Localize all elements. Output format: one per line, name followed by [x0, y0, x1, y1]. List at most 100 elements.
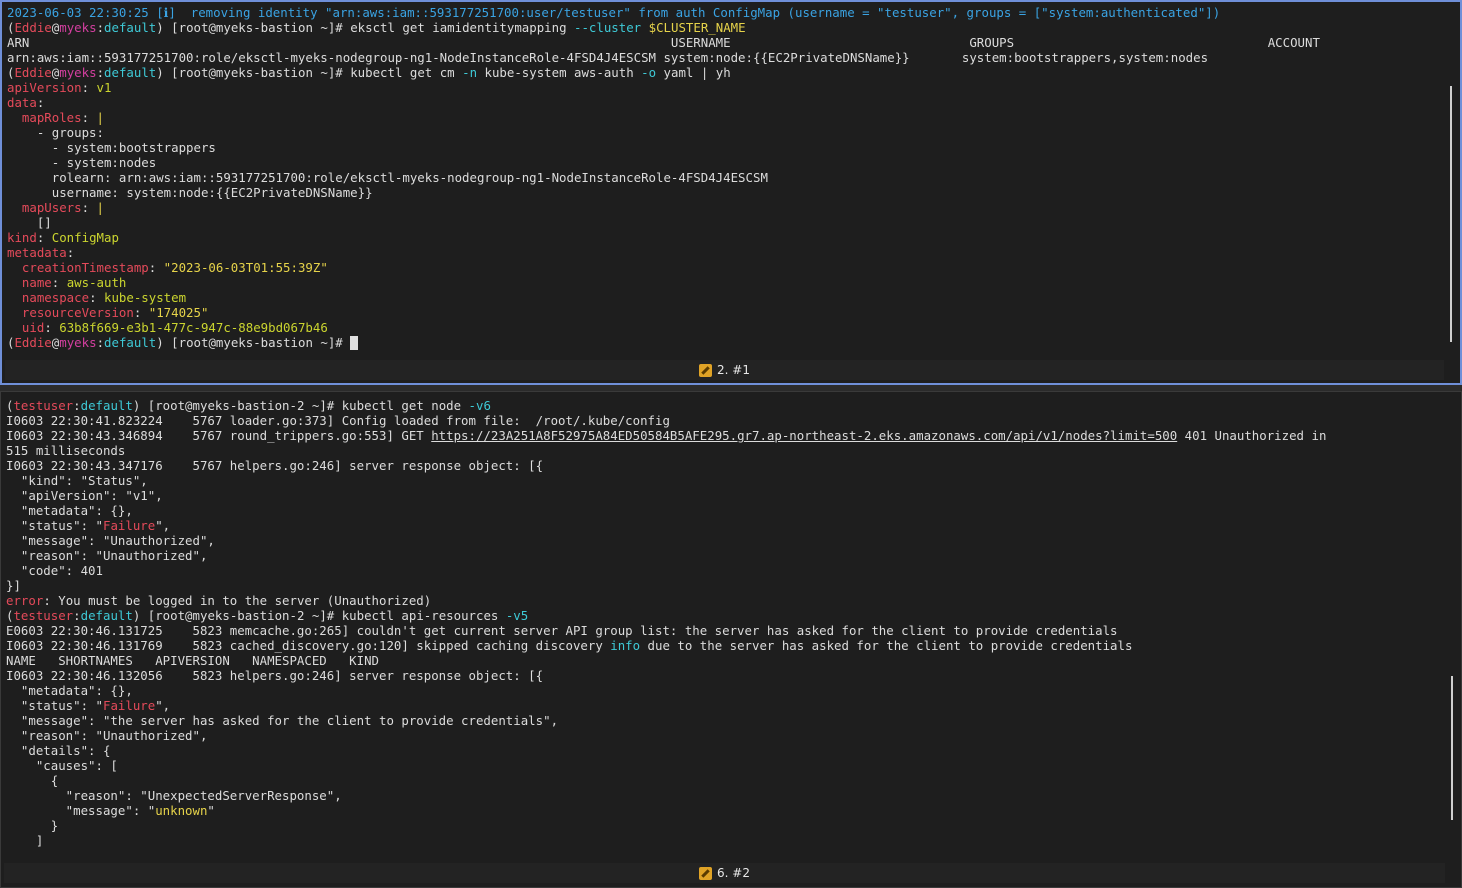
- terminal-line: (testuser:default) [root@myeks-bastion-2…: [6, 398, 1445, 413]
- terminal-text: Eddie: [14, 65, 52, 80]
- terminal-text: Failure: [102, 698, 156, 713]
- terminal-text: :: [148, 260, 164, 275]
- terminal-cursor: [350, 336, 359, 350]
- terminal-line: I0603 22:30:41.823224 5767 loader.go:373…: [6, 413, 1445, 428]
- terminal-text: - groups:: [7, 125, 104, 140]
- terminal-line: namespace: kube-system: [7, 290, 1444, 305]
- terminal-text: namespace: [21, 290, 90, 305]
- terminal-text: |: [96, 200, 104, 215]
- terminal-text: info: [610, 638, 641, 653]
- terminal-text: ) [root@myeks-bastion ~]#: [156, 335, 351, 350]
- terminal-line: "reason": "Unauthorized",: [6, 548, 1445, 563]
- terminal-text: myeks: [59, 335, 97, 350]
- terminal-output-top[interactable]: 2023-06-03 22:30:25 [ℹ] removing identit…: [7, 5, 1444, 350]
- wrench-icon: [699, 866, 713, 880]
- terminal-text: "message": "Unauthorized",: [6, 533, 215, 548]
- terminal-text: NAME SHORTNAMES APIVERSION NAMESPACED KI…: [6, 653, 379, 668]
- terminal-text: Failure: [102, 518, 156, 533]
- terminal-text: -n: [462, 65, 478, 80]
- terminal-text: I0603 22:30:43.347176 5767 helpers.go:24…: [6, 458, 544, 473]
- terminal-text: myeks: [59, 20, 97, 35]
- terminal-text: error: [6, 593, 44, 608]
- terminal-text: default: [80, 398, 133, 413]
- terminal-text: "174025": [148, 305, 209, 320]
- terminal-line: (Eddie@myeks:default) [root@myeks-bastio…: [7, 20, 1444, 35]
- pane-label-bottom: 6. #2: [717, 866, 750, 880]
- terminal-text: :: [81, 200, 97, 215]
- terminal-text: kube-system: [103, 290, 187, 305]
- terminal-text: :: [73, 608, 81, 623]
- terminal-text: default: [104, 20, 157, 35]
- scrollbar-top[interactable]: [1450, 86, 1452, 342]
- terminal-line: "status": "Failure",: [6, 518, 1445, 533]
- terminal-text: name: [21, 275, 52, 290]
- terminal-text: kind: [7, 230, 37, 245]
- terminal-text: myeks: [59, 65, 97, 80]
- terminal-text: :: [96, 20, 105, 35]
- terminal-output-bottom[interactable]: (testuser:default) [root@myeks-bastion-2…: [6, 398, 1445, 848]
- terminal-line: "details": {: [6, 743, 1445, 758]
- terminal-text: ARN USERNAME GROUPS ACCOUNT: [7, 35, 1320, 50]
- terminal-text: I0603 22:30:41.823224 5767 loader.go:373…: [6, 413, 670, 428]
- terminal-text: "apiVersion": "v1",: [6, 488, 163, 503]
- terminal-text: "metadata": {},: [6, 503, 133, 518]
- terminal-line: "kind": "Status",: [6, 473, 1445, 488]
- terminal-line: kind: ConfigMap: [7, 230, 1444, 245]
- terminal-text: ",: [155, 698, 171, 713]
- terminal-line: []: [7, 215, 1444, 230]
- terminal-text: "kind": "Status",: [6, 473, 148, 488]
- wrench-icon: [699, 363, 713, 377]
- terminal-text: resourceVersion: [21, 305, 134, 320]
- terminal-text: :: [96, 65, 105, 80]
- terminal-text: "reason": "Unauthorized",: [6, 548, 208, 563]
- terminal-line: "metadata": {},: [6, 683, 1445, 698]
- pane-label-top: 2. #1: [717, 363, 750, 377]
- terminal-text: |: [96, 110, 104, 125]
- terminal-text: testuser: [13, 398, 74, 413]
- terminal-line: NAME SHORTNAMES APIVERSION NAMESPACED KI…: [6, 653, 1445, 668]
- terminal-text: I0603 22:30:46.131769 5823 cached_discov…: [6, 638, 611, 653]
- terminal-text: 2023-06-03 22:30:25 [ℹ] removing identit…: [7, 5, 1221, 20]
- terminal-text: mapUsers: [21, 200, 82, 215]
- terminal-text: :: [51, 275, 67, 290]
- terminal-text: default: [80, 608, 133, 623]
- terminal-line: - system:bootstrappers: [7, 140, 1444, 155]
- scrollbar-bottom[interactable]: [1451, 676, 1453, 820]
- terminal-text: "details": {: [6, 743, 111, 758]
- terminal-text: E0603 22:30:46.131725 5823 memcache.go:2…: [6, 623, 1118, 638]
- terminal-line: "message": "Unauthorized",: [6, 533, 1445, 548]
- terminal-pane-bottom[interactable]: (testuser:default) [root@myeks-bastion-2…: [0, 391, 1462, 888]
- terminal-text: kube-system aws-auth: [477, 65, 642, 80]
- terminal-pane-top[interactable]: 2023-06-03 22:30:25 [ℹ] removing identit…: [0, 0, 1462, 385]
- terminal-text: "2023-06-03T01:55:39Z": [163, 260, 328, 275]
- terminal-line: ARN USERNAME GROUPS ACCOUNT: [7, 35, 1444, 50]
- terminal-line: arn:aws:iam::593177251700:role/eksctl-my…: [7, 50, 1444, 65]
- terminal-text: - system:bootstrappers: [7, 140, 216, 155]
- terminal-text: default: [104, 65, 157, 80]
- terminal-text: "reason": "UnexpectedServerResponse",: [6, 788, 342, 803]
- terminal-text: "code": 401: [6, 563, 103, 578]
- terminal-text: rolearn: arn:aws:iam::593177251700:role/…: [7, 170, 768, 185]
- terminal-line: name: aws-auth: [7, 275, 1444, 290]
- terminal-text: []: [7, 215, 52, 230]
- terminal-line: "reason": "Unauthorized",: [6, 728, 1445, 743]
- terminal-text: arn:aws:iam::593177251700:role/eksctl-my…: [7, 50, 1209, 65]
- terminal-text: :: [66, 245, 75, 260]
- terminal-text: 401 Unauthorized in: [1177, 428, 1327, 443]
- terminal-line: "message": "unknown": [6, 803, 1445, 818]
- terminal-text: ]: [6, 833, 44, 848]
- terminal-text: 63b8f669-e3b1-477c-947c-88e9bd067b46: [59, 320, 328, 335]
- terminal-line: "apiVersion": "v1",: [6, 488, 1445, 503]
- terminal-text: :: [81, 110, 97, 125]
- terminal-text: ) [root@myeks-bastion-2 ~]# kubectl api-…: [132, 608, 506, 623]
- terminal-line: 515 milliseconds: [6, 443, 1445, 458]
- terminal-text: https://23A251A8F52975A84ED50584B5AFE295…: [431, 428, 1178, 443]
- terminal-text: data: [7, 95, 37, 110]
- terminal-text: 515 milliseconds: [6, 443, 126, 458]
- terminal-text: ConfigMap: [51, 230, 119, 245]
- terminal-line: mapRoles: |: [7, 110, 1444, 125]
